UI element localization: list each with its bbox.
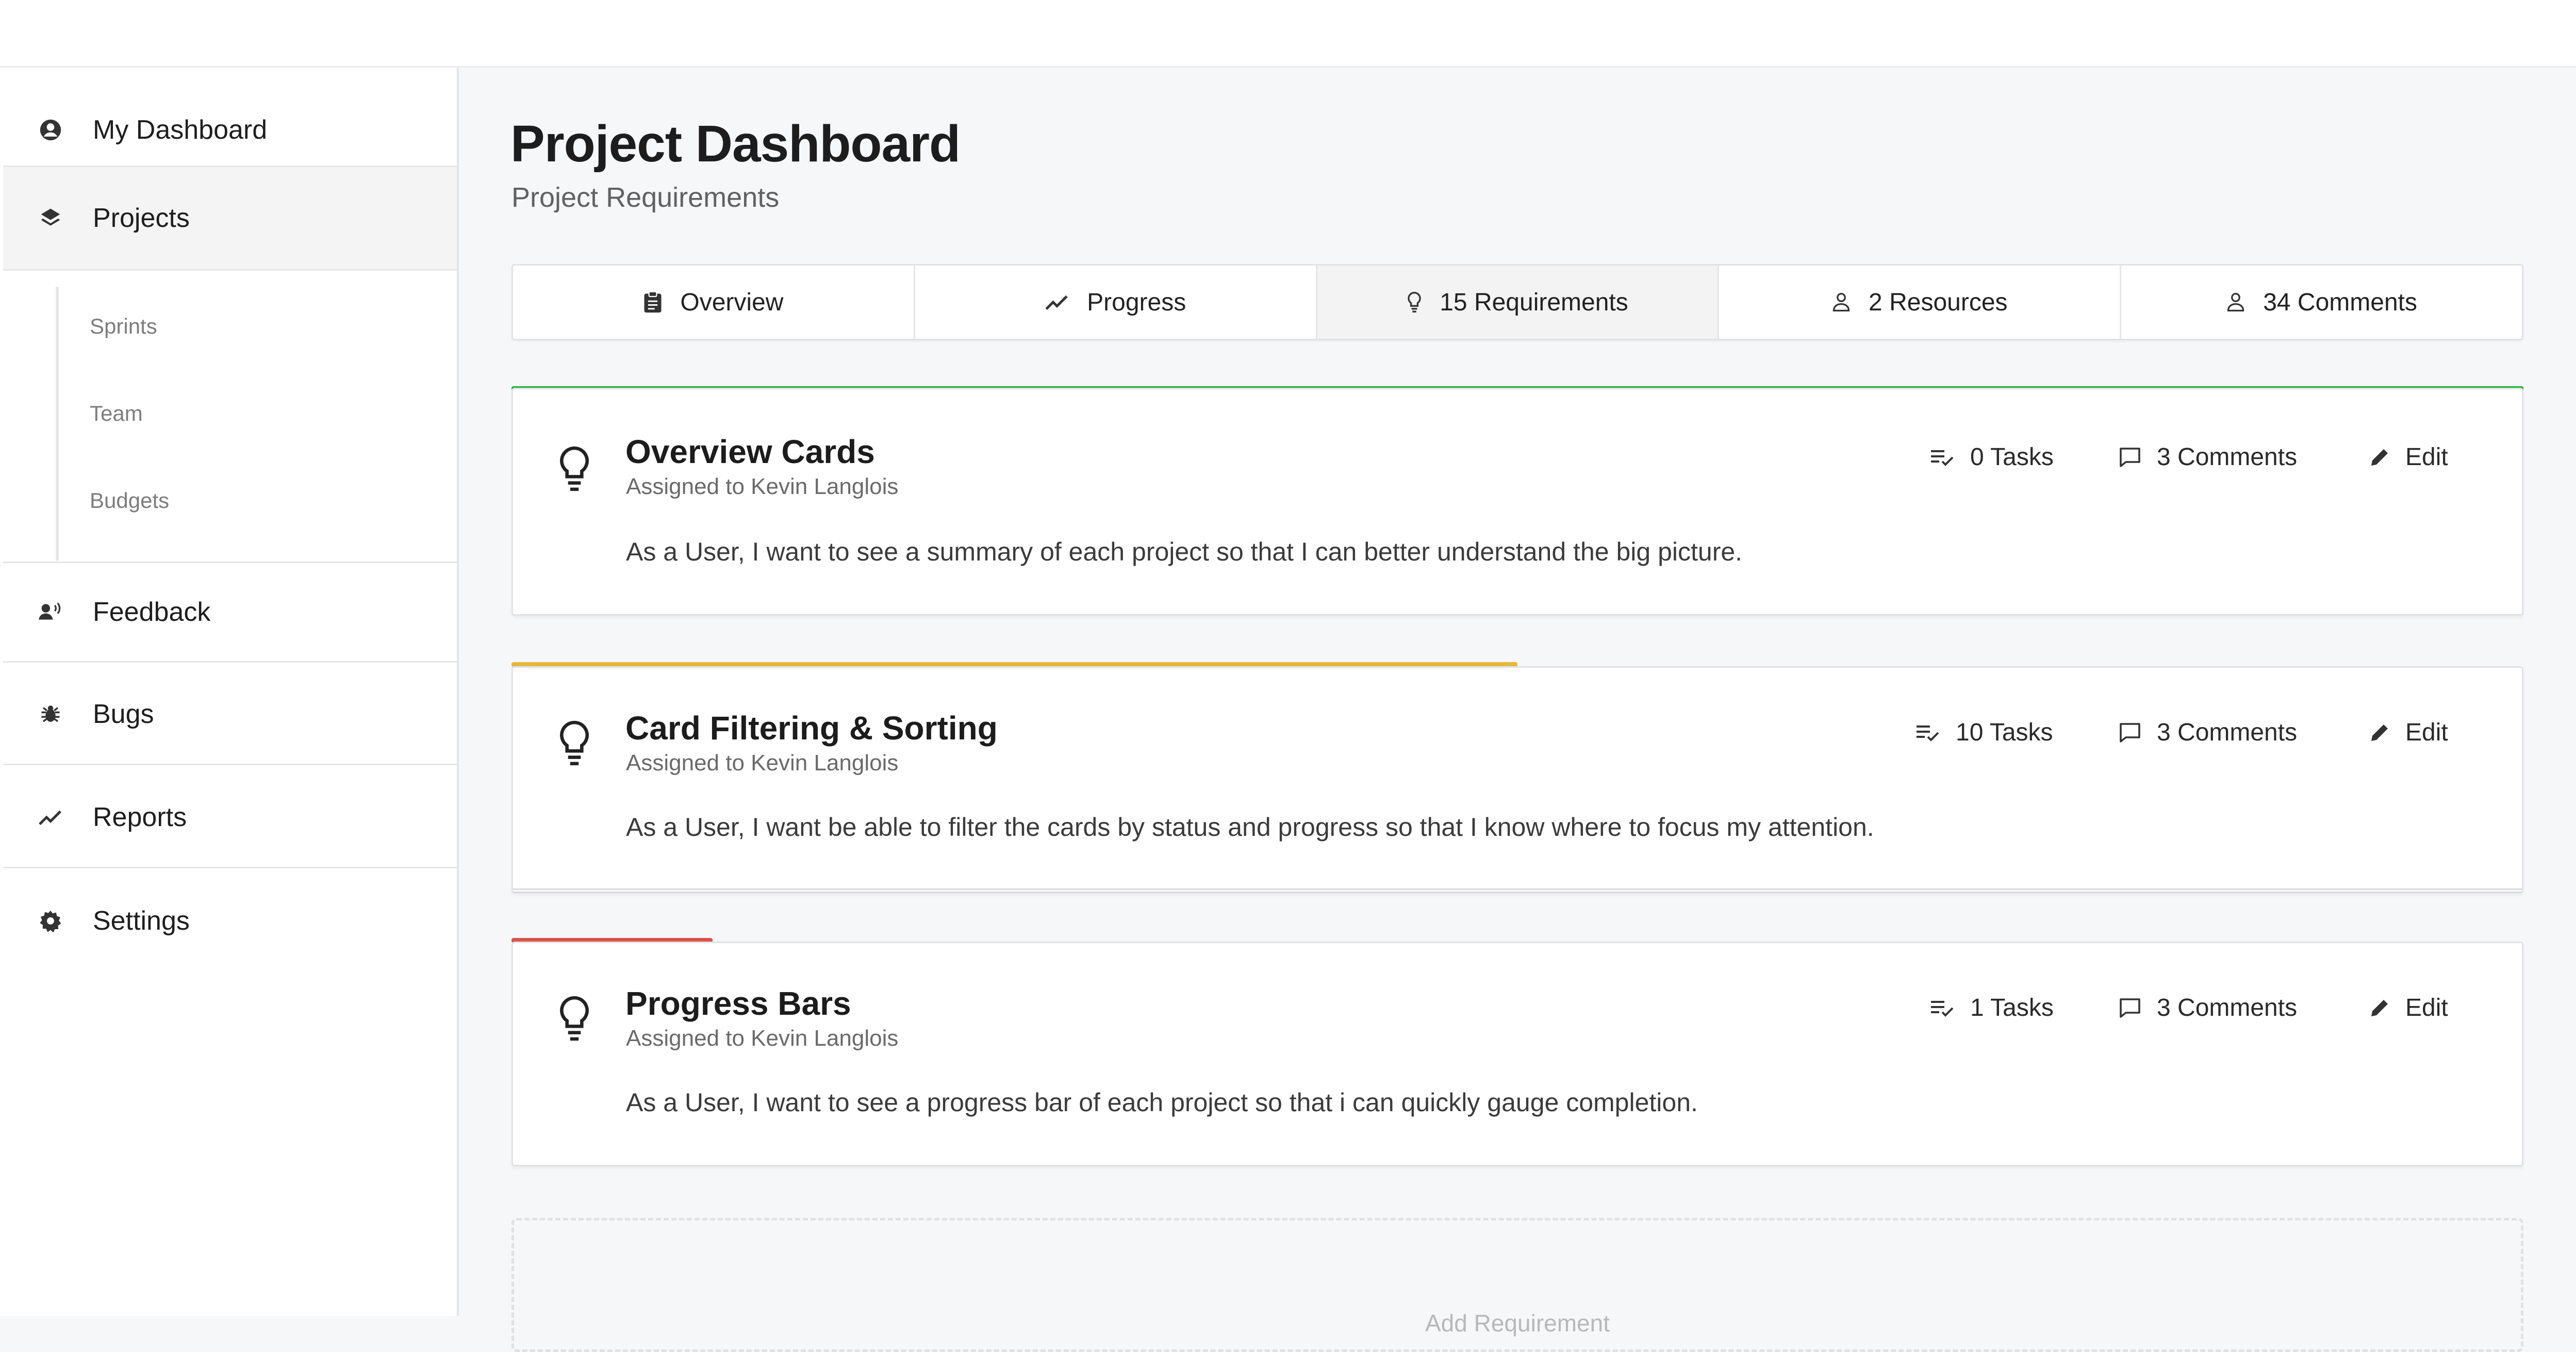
- tasks-count: 10 Tasks: [1956, 719, 2053, 746]
- page-title: Project Dashboard: [510, 115, 961, 173]
- tasks-count: 0 Tasks: [1970, 443, 2054, 471]
- comments-count: 3 Comments: [2157, 719, 2298, 746]
- requirement-card[interactable]: Overview Cards Assigned to Kevin Langloi…: [511, 388, 2523, 616]
- pencil-icon: [2371, 724, 2388, 741]
- sidebar-item-label: Feedback: [93, 597, 211, 627]
- trend-line-icon: [1045, 295, 1068, 310]
- comment-icon: [2120, 998, 2140, 1018]
- tab-progress[interactable]: Progress: [915, 266, 1317, 339]
- tab-label: 2 Resources: [1869, 288, 2008, 316]
- edit-button[interactable]: Edit: [2369, 718, 2448, 747]
- sidebar-item-label: Settings: [93, 906, 190, 936]
- sidebar-subitem-sprints[interactable]: Sprints: [90, 314, 157, 339]
- top-bar: [0, 0, 2576, 68]
- pencil-icon: [2371, 449, 2388, 466]
- sidebar-subitem-budgets[interactable]: Budgets: [90, 488, 169, 513]
- bug-icon: [35, 699, 66, 730]
- sidebar-item-bugs[interactable]: Bugs: [3, 664, 457, 765]
- edit-button[interactable]: Edit: [2369, 443, 2448, 471]
- tab-resources[interactable]: 2 Resources: [1719, 266, 2122, 339]
- sidebar-item-label: Projects: [93, 203, 190, 233]
- task-list-icon: [1931, 450, 1954, 466]
- sidebar-item-reports[interactable]: Reports: [3, 767, 457, 868]
- tasks-count: 1 Tasks: [1970, 994, 2054, 1021]
- tab-label: 34 Comments: [2263, 288, 2417, 316]
- add-requirement-dropzone[interactable]: Add Requirement: [511, 1218, 2523, 1352]
- edit-label: Edit: [2405, 994, 2448, 1021]
- lightbulb-icon: [560, 996, 589, 1041]
- comments-link[interactable]: 3 Comments: [2119, 718, 2297, 747]
- comments-count: 3 Comments: [2157, 443, 2298, 471]
- sidebar-item-feedback[interactable]: Feedback: [3, 562, 457, 663]
- requirement-description: As a User, I want be able to filter the …: [626, 813, 1874, 842]
- sidebar-item-label: My Dashboard: [93, 114, 268, 145]
- tab-label: 15 Requirements: [1440, 288, 1628, 316]
- user-circle-icon: [35, 114, 66, 145]
- tasks-link[interactable]: 10 Tasks: [1916, 718, 2053, 747]
- comment-icon: [2120, 722, 2140, 743]
- comments-count: 3 Comments: [2157, 994, 2298, 1021]
- tab-label: Overview: [680, 288, 784, 316]
- add-requirement-label: Add Requirement: [1425, 1310, 1610, 1337]
- requirement-description: As a User, I want to see a progress bar …: [626, 1088, 1698, 1117]
- tab-overview[interactable]: Overview: [513, 266, 915, 339]
- trend-line-icon: [35, 802, 66, 833]
- requirement-title: Card Filtering & Sorting: [625, 710, 998, 747]
- lightbulb-icon: [1408, 292, 1421, 312]
- comments-link[interactable]: 3 Comments: [2119, 994, 2297, 1022]
- tab-label: Progress: [1087, 288, 1186, 316]
- sidebar: My Dashboard Projects Sprints Team Budge…: [0, 68, 459, 1316]
- tasks-link[interactable]: 1 Tasks: [1930, 994, 2054, 1022]
- requirement-description: As a User, I want to see a summary of ea…: [626, 537, 1743, 566]
- edit-button[interactable]: Edit: [2369, 994, 2448, 1022]
- user-voice-icon: [35, 597, 66, 628]
- page-subtitle: Project Requirements: [511, 182, 780, 213]
- comment-icon: [2120, 447, 2140, 467]
- clipboard-icon: [644, 291, 662, 313]
- sidebar-item-label: Reports: [93, 802, 187, 832]
- tab-requirements[interactable]: 15 Requirements: [1317, 266, 1720, 339]
- person-icon: [2227, 293, 2244, 311]
- requirement-assignee: Assigned to Kevin Langlois: [626, 1026, 899, 1051]
- requirement-title: Overview Cards: [625, 433, 875, 470]
- lightbulb-icon: [560, 446, 589, 491]
- gear-icon: [35, 905, 66, 936]
- requirement-assignee: Assigned to Kevin Langlois: [626, 750, 899, 776]
- person-icon: [1832, 293, 1850, 311]
- requirement-card[interactable]: Card Filtering & Sorting Assigned to Kev…: [511, 666, 2523, 893]
- layers-icon: [35, 203, 66, 234]
- sidebar-item-label: Bugs: [93, 699, 154, 729]
- sidebar-subitem-team[interactable]: Team: [90, 401, 143, 426]
- tab-bar: Overview Progress 15 Requirements 2 Reso…: [511, 264, 2523, 340]
- pencil-icon: [2371, 999, 2388, 1016]
- sidebar-item-settings[interactable]: Settings: [3, 870, 457, 971]
- comments-link[interactable]: 3 Comments: [2119, 443, 2297, 471]
- subnav-track: [56, 287, 59, 560]
- tab-comments[interactable]: 34 Comments: [2121, 266, 2522, 339]
- tasks-link[interactable]: 0 Tasks: [1930, 443, 2054, 471]
- requirement-title: Progress Bars: [625, 985, 851, 1022]
- task-list-icon: [1917, 725, 1939, 741]
- lightbulb-icon: [560, 720, 589, 766]
- edit-label: Edit: [2405, 443, 2448, 471]
- task-list-icon: [1931, 1000, 1954, 1017]
- edit-label: Edit: [2405, 719, 2448, 746]
- requirement-card[interactable]: Progress Bars Assigned to Kevin Langlois…: [511, 942, 2523, 1166]
- sidebar-item-projects[interactable]: Projects: [3, 166, 457, 271]
- requirement-assignee: Assigned to Kevin Langlois: [626, 474, 899, 499]
